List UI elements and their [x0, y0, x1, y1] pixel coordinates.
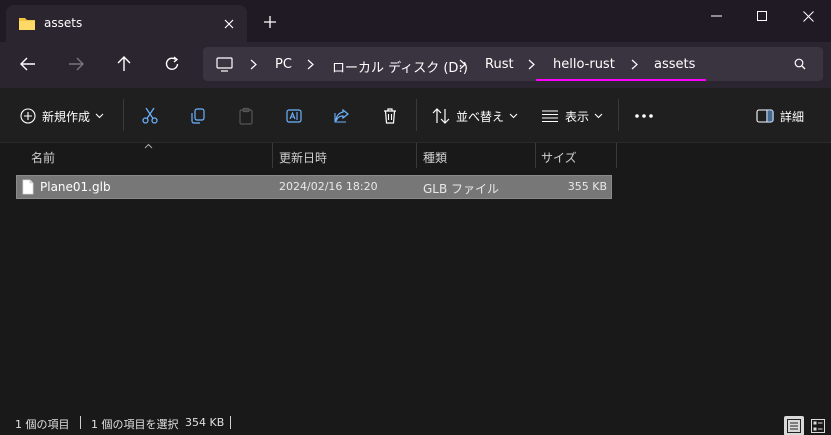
- tab-assets[interactable]: assets: [6, 5, 247, 43]
- copy-button[interactable]: [189, 105, 207, 127]
- chevron-right-icon[interactable]: [525, 56, 537, 72]
- command-bar: 新規作成 並べ替え 表示 詳細: [0, 88, 831, 143]
- computer-icon: [215, 56, 233, 72]
- sort-icon: [432, 108, 450, 124]
- details-button[interactable]: 詳細: [756, 105, 804, 127]
- scissors-icon: [142, 107, 158, 124]
- rename-icon: [286, 109, 302, 123]
- status-selection: 1 個の項目を選択: [91, 418, 179, 431]
- list-view-icon: [542, 110, 558, 123]
- column-divider[interactable]: [616, 143, 617, 168]
- column-header-size[interactable]: サイズ: [541, 149, 577, 166]
- file-type: GLB ファイル: [423, 182, 500, 196]
- maximize-icon[interactable]: [739, 0, 785, 32]
- new-button-label: 新規作成: [42, 109, 91, 124]
- breadcrumb-rust[interactable]: Rust: [485, 57, 514, 72]
- chevron-down-icon: [95, 113, 104, 119]
- file-name: Plane01.glb: [40, 180, 111, 194]
- up-arrow-icon[interactable]: [110, 52, 138, 76]
- close-tab-icon[interactable]: [221, 16, 237, 32]
- tab-title: assets: [44, 16, 83, 30]
- column-header-type[interactable]: 種類: [423, 149, 447, 166]
- breadcrumb-hello-rust[interactable]: hello-rust: [553, 57, 615, 72]
- file-size: 355 KB: [567, 180, 607, 193]
- breadcrumb-local-disk[interactable]: ローカル ディスク (D:): [332, 57, 468, 76]
- more-options-button[interactable]: [634, 105, 654, 127]
- view-button-label: 表示: [565, 109, 590, 124]
- rename-button[interactable]: [285, 105, 303, 127]
- status-bar: 1 個の項目 1 個の項目を選択 354 KB: [0, 411, 831, 435]
- details-button-label: 詳細: [780, 109, 805, 124]
- chevron-down-icon: [509, 113, 518, 119]
- back-arrow-icon[interactable]: [14, 52, 42, 76]
- chevron-right-icon[interactable]: [247, 56, 259, 72]
- details-view-icon[interactable]: [784, 416, 804, 435]
- divider: [618, 99, 619, 131]
- chevron-right-icon[interactable]: [456, 56, 468, 72]
- close-window-icon[interactable]: [785, 0, 831, 32]
- details-pane-icon: [756, 109, 774, 123]
- file-row[interactable]: Plane01.glb 2024/02/16 18:20 GLB ファイル 35…: [16, 175, 612, 199]
- status-divider: [230, 416, 231, 429]
- clipboard-icon: [239, 107, 253, 125]
- tiles-view-icon[interactable]: [808, 416, 828, 435]
- status-selection-size: 354 KB: [185, 416, 225, 429]
- plus-circle-icon: [20, 108, 36, 124]
- new-button[interactable]: 新規作成: [20, 105, 104, 127]
- breadcrumb-assets[interactable]: assets: [654, 57, 695, 72]
- status-divider: [80, 416, 81, 429]
- column-divider[interactable]: [535, 143, 536, 168]
- trash-icon: [384, 108, 396, 124]
- forward-arrow-icon[interactable]: [62, 52, 90, 76]
- breadcrumb-pc[interactable]: PC: [275, 57, 292, 72]
- new-tab-icon[interactable]: [261, 13, 279, 31]
- column-divider[interactable]: [416, 143, 417, 168]
- paste-button[interactable]: [237, 105, 255, 127]
- title-bar: assets: [0, 0, 831, 43]
- share-button[interactable]: [333, 105, 351, 127]
- column-header-name[interactable]: 名前: [31, 149, 55, 166]
- file-icon: [22, 179, 34, 195]
- share-icon: [334, 108, 349, 123]
- view-button[interactable]: 表示: [541, 105, 603, 127]
- search-icon[interactable]: [793, 56, 807, 72]
- address-bar[interactable]: PC ローカル ディスク (D:) Rust hello-rust assets: [203, 47, 823, 81]
- status-item-count: 1 個の項目: [15, 418, 70, 431]
- column-header-modified[interactable]: 更新日時: [279, 149, 327, 166]
- highlight-underline: [536, 79, 706, 81]
- chevron-right-icon[interactable]: [628, 56, 640, 72]
- chevron-right-icon[interactable]: [304, 56, 316, 72]
- navigation-bar: PC ローカル ディスク (D:) Rust hello-rust assets: [0, 42, 831, 88]
- delete-button[interactable]: [381, 105, 399, 127]
- sort-ascending-icon: [144, 143, 153, 149]
- more-dots-icon: [635, 114, 653, 118]
- copy-icon: [191, 108, 205, 124]
- minimize-icon[interactable]: [693, 0, 739, 32]
- file-modified: 2024/02/16 18:20: [279, 180, 378, 193]
- divider: [123, 99, 124, 131]
- divider: [416, 99, 417, 131]
- chevron-down-icon: [594, 113, 603, 119]
- refresh-icon[interactable]: [158, 52, 186, 76]
- sort-button[interactable]: 並べ替え: [432, 105, 518, 127]
- cut-button[interactable]: [141, 105, 159, 127]
- folder-icon: [18, 16, 36, 34]
- sort-button-label: 並べ替え: [456, 109, 505, 124]
- column-divider[interactable]: [272, 143, 273, 168]
